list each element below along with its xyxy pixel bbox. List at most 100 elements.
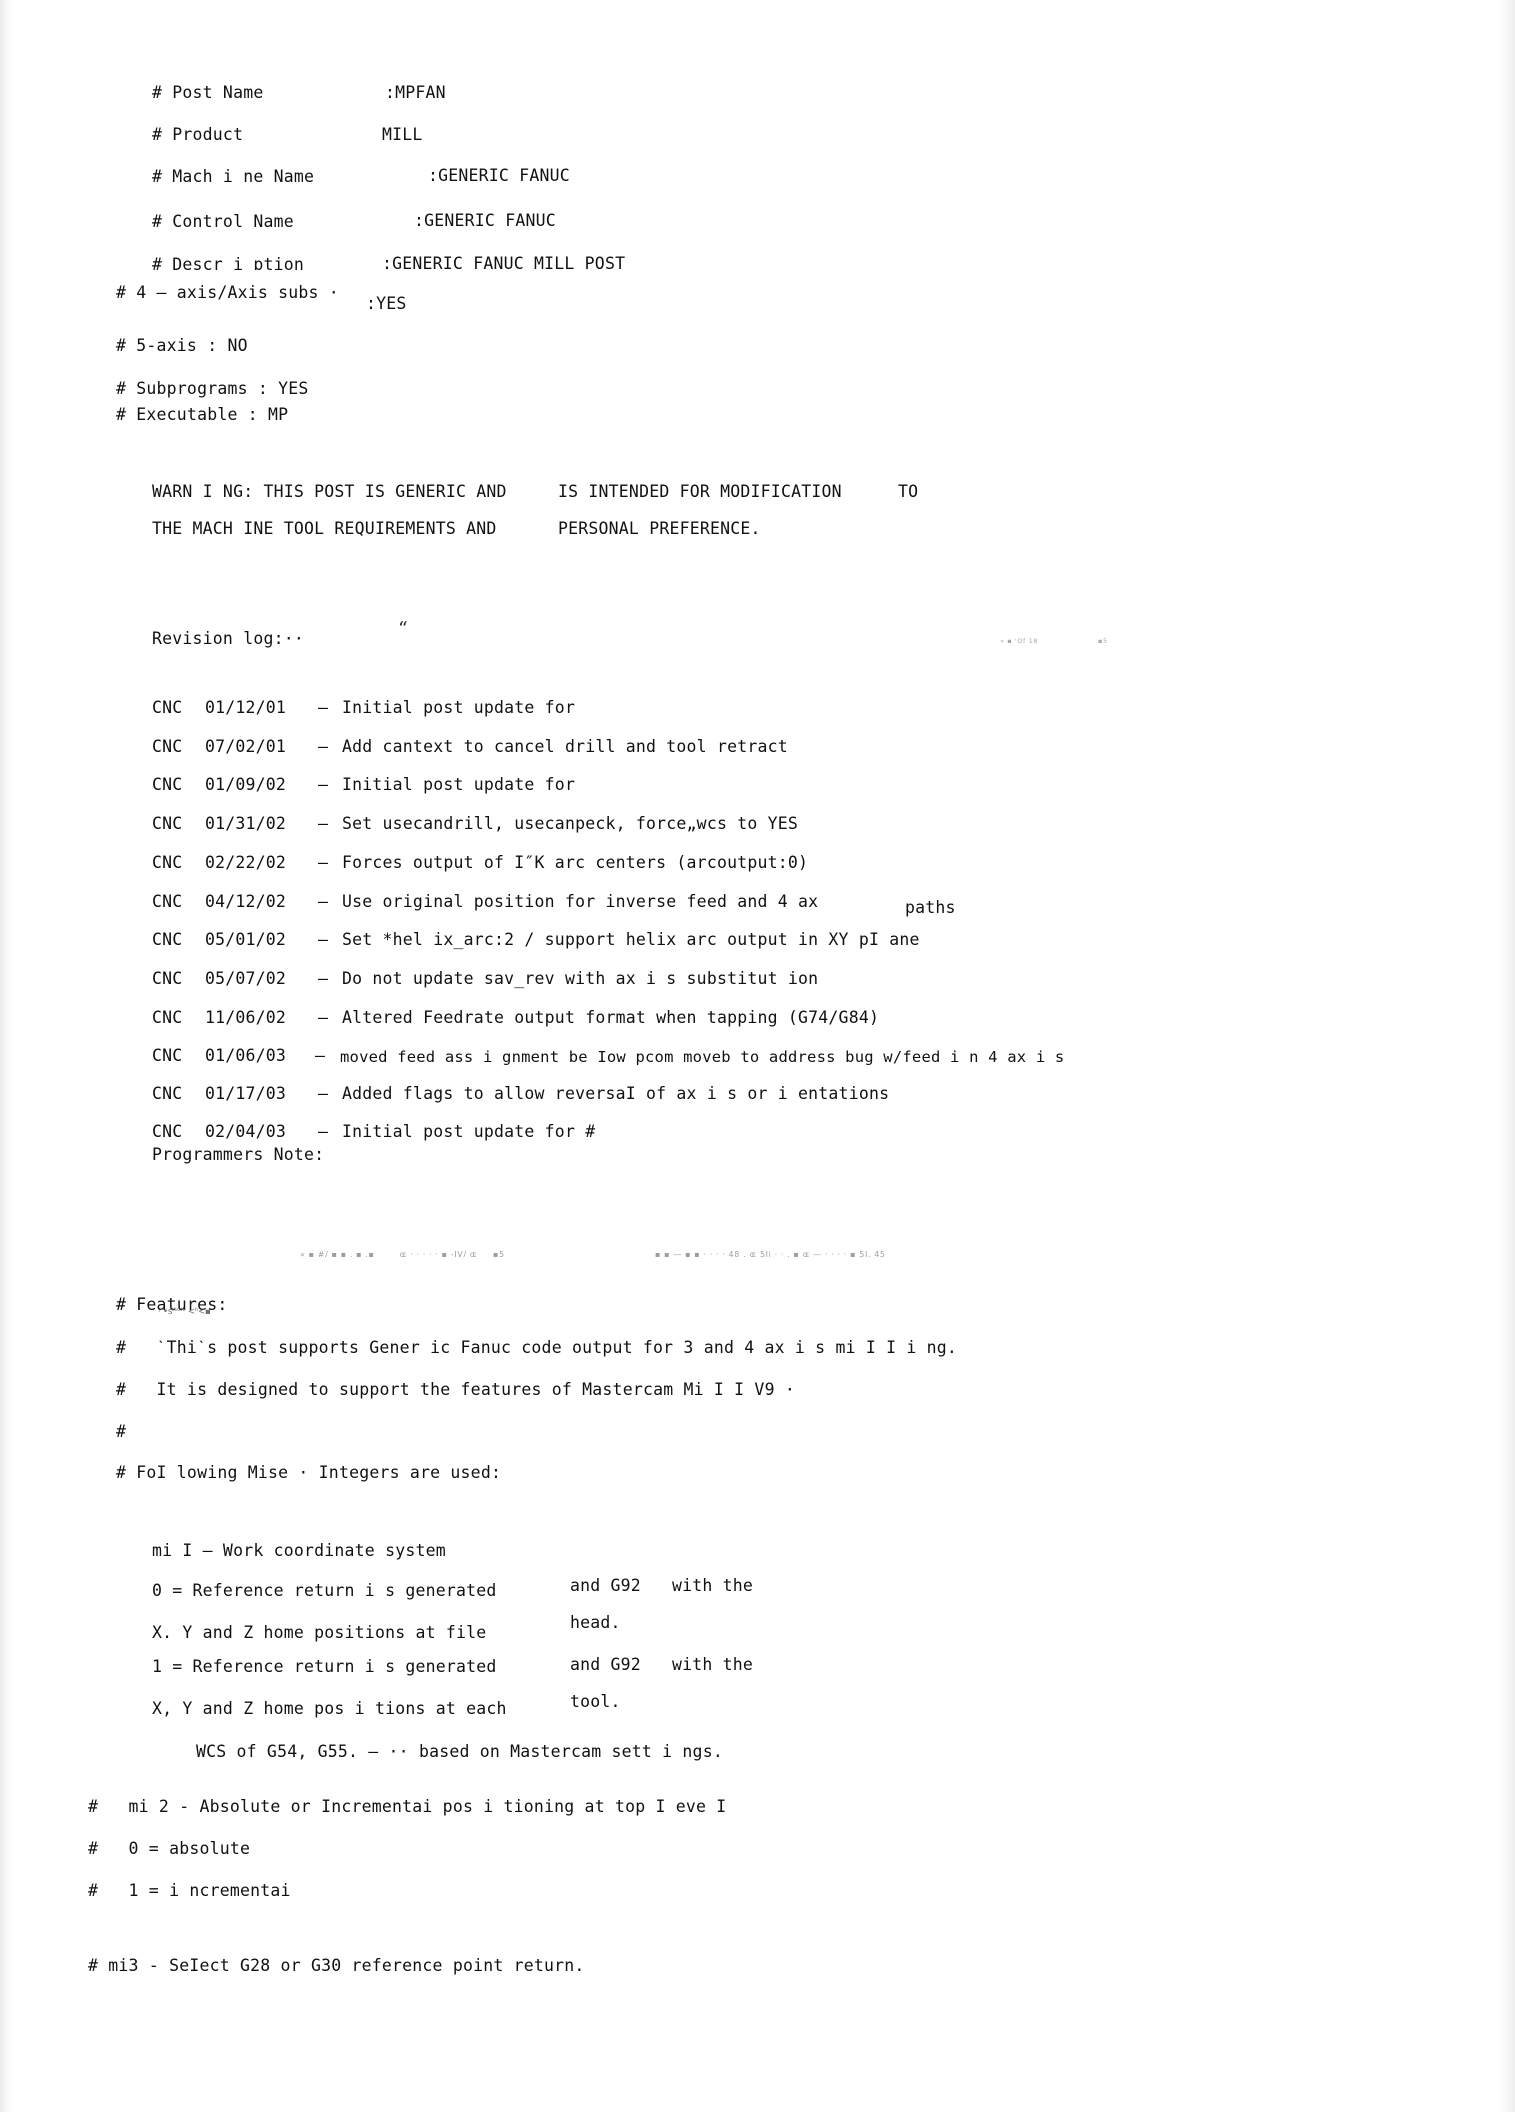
flag-executable: # Executable : MP — [116, 405, 289, 424]
revision-date: 04/12/02 — [205, 892, 287, 911]
mi1-row-2-left: 1 = Reference return i s generated — [152, 1657, 497, 1676]
features-line-2: # It is designed to support the features… — [116, 1380, 795, 1399]
revision-dash: — — [318, 1008, 329, 1027]
mi1-row-2-right: with the — [672, 1655, 754, 1674]
revision-dash: — — [315, 1046, 326, 1065]
revision-tag: CNC — [152, 1122, 183, 1141]
mi1-row-0-mid: and G92 — [570, 1576, 641, 1595]
revision-text: Initial post update for — [342, 698, 576, 717]
revision-dash: — — [318, 930, 329, 949]
revision-dash: — — [318, 1084, 329, 1103]
programmers-note-label: Programmers Note: — [152, 1145, 325, 1164]
mi1-row-1-mid: head. — [570, 1613, 621, 1632]
revision-dash: — — [318, 737, 329, 756]
revision-dash: — — [318, 1122, 329, 1141]
header-label-description: # Descr i ɒtion — [152, 255, 305, 274]
header-label-machine-name: # Mach i ne Name — [152, 167, 315, 186]
revision-date: 11/06/02 — [205, 1008, 287, 1027]
revision-tag: CNC — [152, 1008, 183, 1027]
header-value-post-name: :MPFAN — [385, 83, 446, 102]
revision-tag: CNC — [152, 1084, 183, 1103]
mi1-row-3-left: X, Y and Z home pos i tions at each — [152, 1699, 507, 1718]
revision-dash: — — [318, 775, 329, 794]
header-value-machine-name: :GENERIC FANUC — [428, 166, 570, 185]
revision-tag: CNC — [152, 737, 183, 756]
revision-text: Initial post update for — [342, 775, 576, 794]
header-value-control-name: :GENERIC FANUC — [414, 211, 556, 230]
revision-date: 07/02/01 — [205, 737, 287, 756]
scan-noise-band-left: « ▪ #/ ▪ ▪ . ▪ .▪ ɶ · · · · · ▪ -IV/ ɶ ▪… — [300, 1250, 505, 1259]
stray-quote-glyph: “ — [398, 618, 408, 640]
header-value-4axis-subs: :YES — [366, 294, 407, 313]
misc-integers-heading: # FoI lowing Mise · Integers are used: — [116, 1463, 502, 1482]
features-line-1: # ˋThiˋs post supports Gener ic Fanuc co… — [116, 1338, 958, 1357]
revision-tag: CNC — [152, 892, 183, 911]
revision-date: 01/12/01 — [205, 698, 287, 717]
revision-text: Add cantext to cancel drill and tool ret… — [342, 737, 788, 756]
revision-tag: CNC — [152, 853, 183, 872]
mi1-row-3-mid: tool. — [570, 1692, 621, 1711]
revision-text: moved feed ass i gnment be Iow pcom move… — [340, 1048, 1065, 1066]
warning-line1-col1: WARN I NG: THIS POST IS GENERIC AND — [152, 482, 507, 501]
warning-line2-col1: THE MACH INE TOOL REQUIREMENTS AND — [152, 519, 497, 538]
header-value-product: MILL — [382, 125, 423, 144]
revision-tag: CNC — [152, 814, 183, 833]
flag-subprograms: # Subprograms : YES — [116, 379, 309, 398]
flag-5-axis: # 5-axis : NO — [116, 336, 248, 355]
revision-text: Set *hel ix_arc:2 / support helix arc ou… — [342, 930, 920, 949]
revision-text: Altered Feedrate output format when tapp… — [342, 1008, 880, 1027]
warning-line1-col2: IS INTENDED FOR MODIFICATION — [558, 482, 842, 501]
mi1-row-0-right: with the — [672, 1576, 754, 1595]
scan-edge-left — [0, 0, 14, 2112]
revision-tag: CNC — [152, 698, 183, 717]
scan-edge-right — [1497, 0, 1515, 2112]
revision-date: 01/17/03 — [205, 1084, 287, 1103]
revision-dash: — — [318, 969, 329, 988]
header-label-4axis-subs: # 4 — axis/Axis subs · — [116, 283, 339, 302]
mi1-wcs-line: WCS of G54, G55. — ·· based on Mastercam… — [196, 1742, 723, 1761]
mi1-row-0-left: 0 = Reference return i s generated — [152, 1581, 497, 1600]
mi2-line-1: # mi 2 - Absolute or Incrementai pos i t… — [88, 1797, 727, 1816]
mi2-line-2: # 0 = absolute — [88, 1839, 251, 1858]
scan-noise-right-2: ▪5 — [1098, 637, 1108, 645]
revision-date: 05/01/02 — [205, 930, 287, 949]
scan-noise-right-1: « ▪ 'Of 18 — [1000, 637, 1039, 645]
revision-text: Initial post update for # — [342, 1122, 596, 1141]
revision-dash: — — [318, 814, 329, 833]
revision-tag: CNC — [152, 1046, 183, 1065]
header-label-control-name: # Control Name — [152, 212, 294, 231]
revision-text: Do not update sav_rev with ax i s substi… — [342, 969, 819, 988]
warning-line1-col3: TO — [898, 482, 919, 501]
mi2-line-3: # 1 = i ncrementai — [88, 1881, 291, 1900]
mi1-row-2-mid: and G92 — [570, 1655, 641, 1674]
revision-date: 02/22/02 — [205, 853, 287, 872]
revision-dash: — — [318, 698, 329, 717]
warning-line2-col2: PERSONAL PREFERENCE. — [558, 519, 761, 538]
revision-text: Set usecandrill, usecanpeck, force„wcs t… — [342, 814, 799, 833]
revision-date: 01/31/02 — [205, 814, 287, 833]
revision-log-heading: Revision log:·· — [152, 629, 305, 648]
scan-noise-band-right: ▪ ▪ — ▪ ▪ · · · · 48 . ɶ 5Ii · · . ▪ ɶ —… — [655, 1250, 886, 1259]
revision-text: Use original position for inverse feed a… — [342, 892, 819, 911]
header-value-description: :GENERIC FANUC MILL POST — [382, 254, 626, 273]
revision-text: Added flags to allow reversaI of ax i s … — [342, 1084, 890, 1103]
mi1-title: mi I — Work coordinate system — [152, 1541, 446, 1560]
mi1-row-1-left: X. Y and Z home positions at file — [152, 1623, 487, 1642]
revision-tag: CNC — [152, 969, 183, 988]
revision-tag: CNC — [152, 930, 183, 949]
revision-trailing-paths: paths — [905, 898, 956, 917]
features-line-3: # — [116, 1422, 127, 1441]
revision-dash: — — [318, 853, 329, 872]
header-label-post-name: # Post Name — [152, 83, 264, 102]
revision-date: 01/06/03 — [205, 1046, 287, 1065]
revision-date: 01/09/02 — [205, 775, 287, 794]
revision-date: 05/07/02 — [205, 969, 287, 988]
features-smudge-overlap: ·‘•sᴻˢᵈᵛ <ʰ<▪ — [158, 1307, 211, 1317]
revision-text: Forces output of I″K arc centers (arcout… — [342, 853, 809, 872]
mi3-line: # mi3 - SeIect G28 or G30 reference poin… — [88, 1956, 585, 1975]
revision-date: 02/04/03 — [205, 1122, 287, 1141]
document-page: # Post Name :MPFAN # Product MILL # Mach… — [0, 0, 1515, 2112]
revision-tag: CNC — [152, 775, 183, 794]
header-label-product: # Product — [152, 125, 244, 144]
revision-dash: — — [318, 892, 329, 911]
